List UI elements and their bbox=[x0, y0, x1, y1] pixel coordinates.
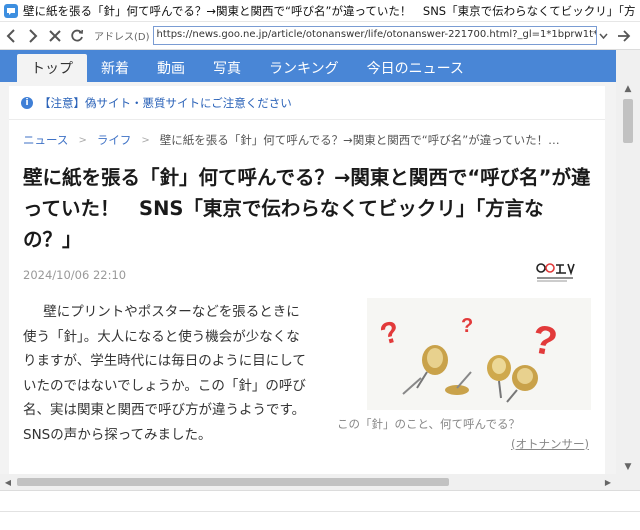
nav-tab-photo[interactable]: 写真 bbox=[199, 54, 255, 82]
breadcrumb-life[interactable]: ライフ bbox=[97, 132, 132, 148]
address-label: アドレス(D) bbox=[94, 32, 150, 43]
window-title: 壁に紙を張る「針」何て呼んでる？→関東と関西で“呼び名”が違っていた！ SNS「… bbox=[23, 3, 635, 18]
article-body: 壁にプリントやポスターなどを張るときに使う「針」。大人になると使う機会が少なくな… bbox=[23, 304, 306, 443]
address-dropdown-button[interactable] bbox=[597, 26, 611, 45]
scroll-left-button[interactable]: ◀ bbox=[0, 474, 16, 490]
chevron-left-icon bbox=[6, 28, 15, 43]
notice-banner[interactable]: i 【注意】偽サイト・悪質サイトにご注意ください bbox=[9, 86, 605, 120]
status-bar bbox=[0, 490, 640, 530]
article-headline: 壁に紙を張る「針」何て呼んでる？→関東と関西で“呼び名”が違っていた！ SNS「… bbox=[23, 166, 591, 251]
refresh-icon bbox=[70, 29, 83, 42]
scroll-down-button[interactable]: ▼ bbox=[616, 458, 640, 476]
chevron-down-icon bbox=[599, 33, 608, 39]
breadcrumb-news[interactable]: ニュース bbox=[23, 132, 68, 148]
forward-button[interactable] bbox=[22, 25, 44, 47]
chevron-right-icon bbox=[29, 28, 38, 43]
close-icon bbox=[49, 29, 61, 42]
svg-text:?: ? bbox=[461, 315, 473, 337]
nav-tab-todays-news[interactable]: 今日のニュース bbox=[353, 54, 478, 82]
nav-tab-new[interactable]: 新着 bbox=[87, 54, 143, 82]
breadcrumb-separator-icon: > bbox=[78, 134, 87, 146]
vertical-scrollbar[interactable]: ▲ ▼ bbox=[616, 50, 640, 476]
address-bar: アドレス(D) https://news.goo.ne.jp/article/o… bbox=[0, 22, 640, 50]
scroll-right-button[interactable]: ▶ bbox=[600, 474, 616, 490]
go-button[interactable] bbox=[613, 25, 635, 47]
breadcrumb: ニュース > ライフ > 壁に紙を張る「針」何て呼んでる？→関東と関西で“呼び名… bbox=[23, 132, 603, 148]
image-credit-link[interactable]: (オトナンサー) bbox=[511, 436, 589, 452]
info-icon: i bbox=[21, 96, 33, 109]
arrow-right-icon bbox=[617, 29, 630, 42]
scroll-up-button[interactable]: ▲ bbox=[616, 80, 640, 98]
address-input[interactable]: https://news.goo.ne.jp/article/otonanswe… bbox=[152, 26, 597, 45]
status-divider bbox=[0, 511, 640, 512]
article-date: 2024/10/06 22:10 bbox=[23, 268, 127, 282]
pushpin-image: ? ? ? bbox=[367, 298, 591, 410]
stop-button[interactable] bbox=[44, 25, 66, 47]
nav-tab-ranking[interactable]: ランキング bbox=[255, 54, 353, 82]
breadcrumb-current: 壁に紙を張る「針」何て呼んでる？→関東と関西で“呼び名”が違っていた！… bbox=[159, 133, 560, 147]
nav-tab-video[interactable]: 動画 bbox=[143, 54, 199, 82]
page-content: i 【注意】偽サイト・悪質サイトにご注意ください ニュース > ライフ > 壁に… bbox=[0, 82, 616, 474]
title-bar: 壁に紙を張る「針」何て呼んでる？→関東と関西で“呼び名”が違っていた！ SNS「… bbox=[0, 0, 640, 22]
article-card: i 【注意】偽サイト・悪質サイトにご注意ください ニュース > ライフ > 壁に… bbox=[9, 86, 605, 474]
image-caption: この「針」のこと、何て呼んでる？ bbox=[337, 417, 520, 431]
vertical-scroll-thumb[interactable] bbox=[623, 99, 633, 143]
scroll-corner bbox=[616, 476, 640, 490]
horizontal-scrollbar[interactable]: ◀ ▶ bbox=[0, 474, 616, 490]
back-button[interactable] bbox=[0, 25, 22, 47]
refresh-button[interactable] bbox=[66, 25, 88, 47]
otonanswer-logo-icon bbox=[536, 263, 575, 282]
nav-tab-top[interactable]: トップ bbox=[17, 54, 87, 82]
horizontal-scroll-thumb[interactable] bbox=[17, 478, 449, 486]
notice-link[interactable]: 【注意】偽サイト・悪質サイトにご注意ください bbox=[39, 95, 292, 111]
breadcrumb-separator-icon: > bbox=[141, 134, 150, 146]
app-icon bbox=[4, 3, 18, 18]
site-nav: トップ 新着 動画 写真 ランキング 今日のニュース bbox=[0, 50, 616, 82]
